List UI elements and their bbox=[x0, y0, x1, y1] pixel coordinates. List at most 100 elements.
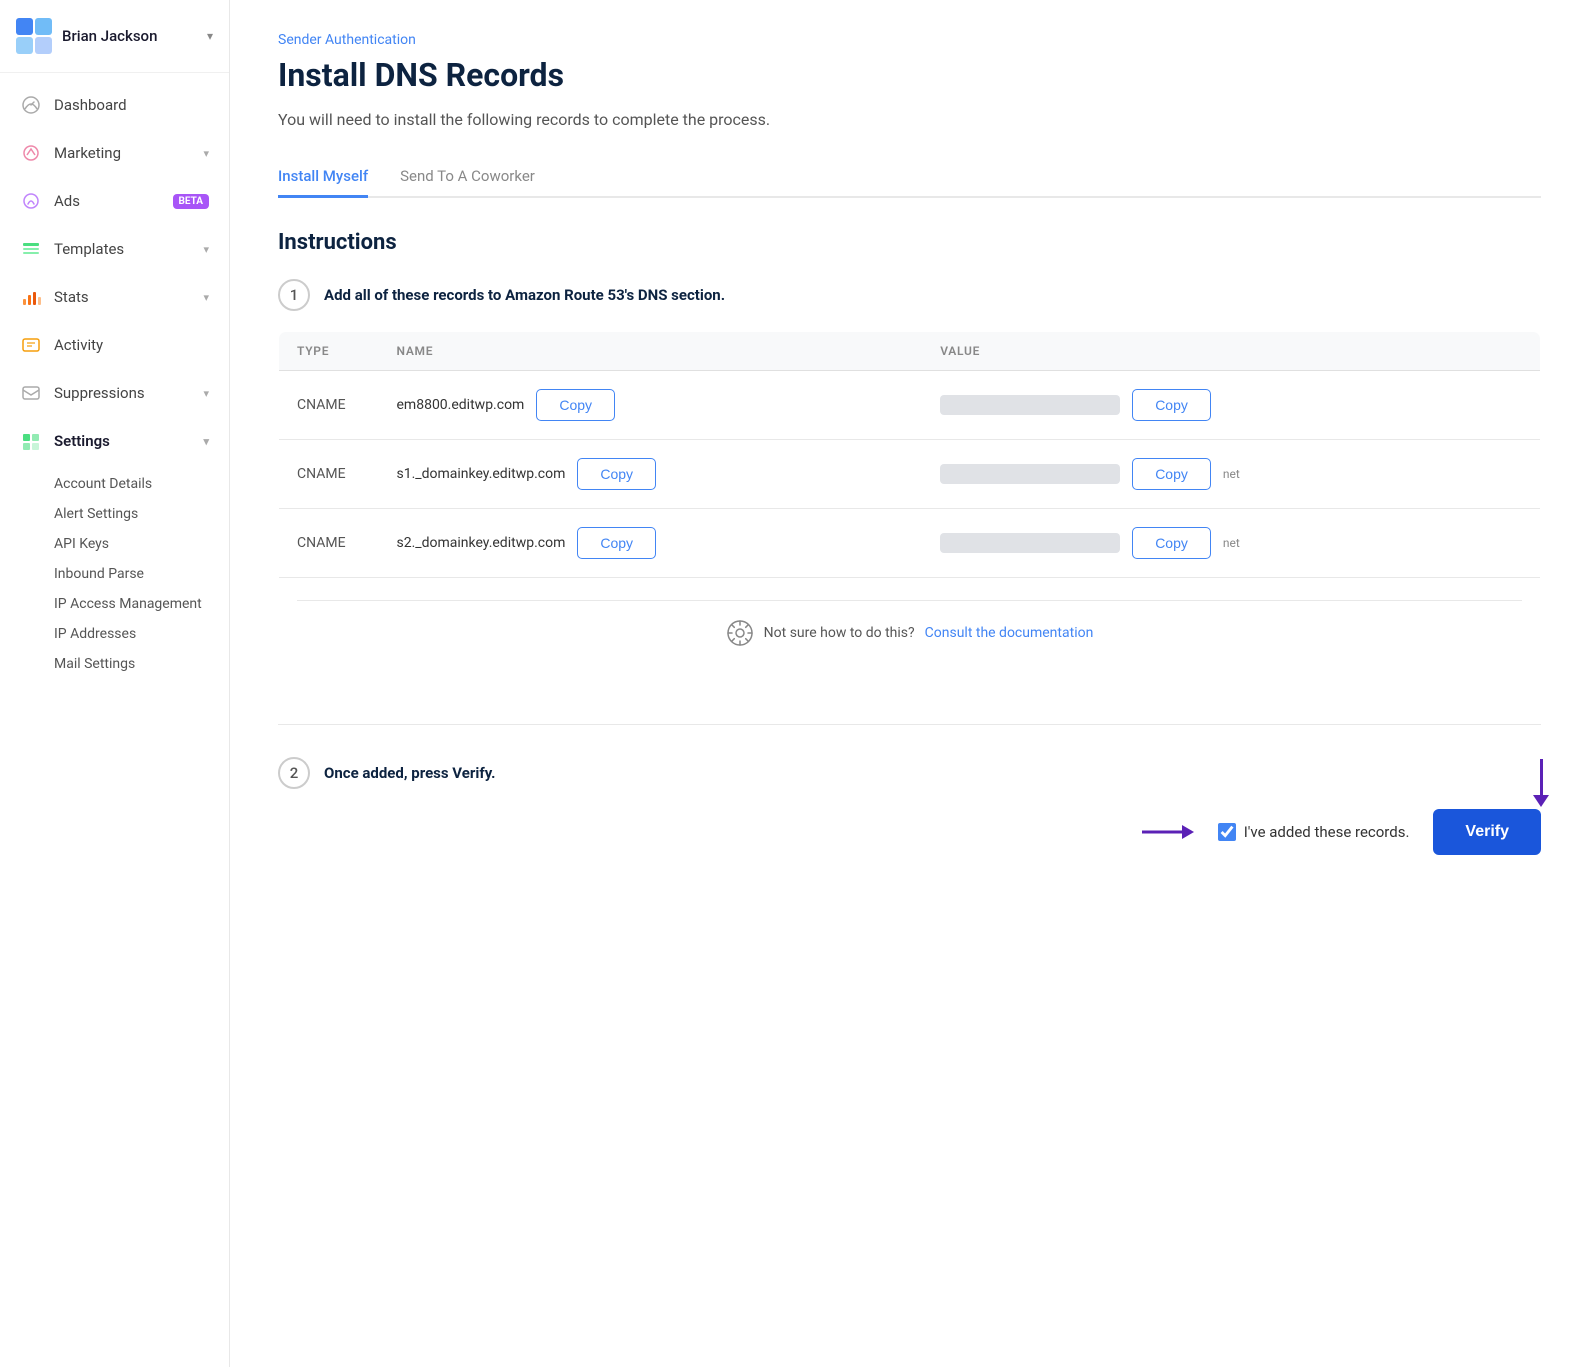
table-row: CNAME s1._domainkey.editwp.com Copy Copy… bbox=[279, 440, 1541, 509]
row1-name: em8800.editwp.com bbox=[397, 397, 525, 413]
stats-label: Stats bbox=[54, 288, 199, 306]
templates-label: Templates bbox=[54, 240, 199, 258]
down-arrow-indicator bbox=[1533, 759, 1549, 807]
copy-row2-name-button[interactable]: Copy bbox=[577, 458, 656, 490]
suppressions-icon bbox=[20, 382, 42, 404]
copy-row3-value-button[interactable]: Copy bbox=[1132, 527, 1211, 559]
col-value: VALUE bbox=[922, 332, 1540, 371]
col-name: NAME bbox=[379, 332, 923, 371]
sidebar-sub-alert-settings[interactable]: Alert Settings bbox=[54, 499, 229, 529]
step-1-description: Add all of these records to Amazon Route… bbox=[324, 286, 725, 304]
down-arrow-head bbox=[1533, 795, 1549, 807]
suppressions-label: Suppressions bbox=[54, 384, 199, 402]
dashboard-label: Dashboard bbox=[54, 96, 209, 114]
row3-value-cell: Copy net bbox=[922, 509, 1540, 578]
section-divider bbox=[278, 724, 1541, 725]
checkbox-arrow-indicator bbox=[1142, 820, 1194, 844]
copy-row1-name-button[interactable]: Copy bbox=[536, 389, 615, 421]
user-chevron-icon: ▾ bbox=[207, 29, 213, 43]
breadcrumb[interactable]: Sender Authentication bbox=[278, 32, 1541, 48]
tab-install-myself[interactable]: Install Myself bbox=[278, 157, 368, 198]
col-type: TYPE bbox=[279, 332, 379, 371]
row1-value-cell: Copy bbox=[922, 371, 1540, 440]
beta-badge: BETA bbox=[173, 194, 210, 209]
row2-name-cell: s1._domainkey.editwp.com Copy bbox=[379, 440, 923, 509]
row3-name-cell: s2._domainkey.editwp.com Copy bbox=[379, 509, 923, 578]
tab-send-to-coworker[interactable]: Send To A Coworker bbox=[400, 157, 535, 198]
templates-chevron-icon: ▾ bbox=[203, 243, 209, 256]
ads-icon bbox=[20, 190, 42, 212]
copy-row3-name-button[interactable]: Copy bbox=[577, 527, 656, 559]
username: Brian Jackson bbox=[62, 27, 207, 45]
sidebar-item-dashboard[interactable]: Dashboard bbox=[0, 81, 229, 129]
settings-chevron-icon: ▾ bbox=[203, 435, 209, 448]
ads-label: Ads bbox=[54, 192, 167, 210]
sidebar-item-ads[interactable]: Ads BETA bbox=[0, 177, 229, 225]
settings-icon bbox=[20, 430, 42, 452]
added-records-checkbox[interactable] bbox=[1218, 823, 1236, 841]
row3-name: s2._domainkey.editwp.com bbox=[397, 535, 566, 551]
row1-name-cell: em8800.editwp.com Copy bbox=[379, 371, 923, 440]
row2-value-blur bbox=[940, 464, 1120, 484]
marketing-icon bbox=[20, 142, 42, 164]
main-nav: Dashboard Marketing ▾ Ads BETA bbox=[0, 73, 229, 1367]
sidebar-item-templates[interactable]: Templates ▾ bbox=[0, 225, 229, 273]
row2-type: CNAME bbox=[279, 440, 379, 509]
copy-row2-value-button[interactable]: Copy bbox=[1132, 458, 1211, 490]
table-row: CNAME em8800.editwp.com Copy Copy bbox=[279, 371, 1541, 440]
sidebar-sub-api-keys[interactable]: API Keys bbox=[54, 529, 229, 559]
templates-icon bbox=[20, 238, 42, 260]
row3-value-blur bbox=[940, 533, 1120, 553]
sidebar-sub-mail-settings[interactable]: Mail Settings bbox=[54, 649, 229, 679]
help-hint: Not sure how to do this? Consult the doc… bbox=[297, 600, 1522, 665]
verify-btn-container: Verify bbox=[1433, 809, 1541, 855]
marketing-chevron-icon: ▾ bbox=[203, 147, 209, 160]
row1-type: CNAME bbox=[279, 371, 379, 440]
step-1: 1 Add all of these records to Amazon Rou… bbox=[278, 279, 1541, 684]
sidebar-sub-account-details[interactable]: Account Details bbox=[54, 469, 229, 499]
suppressions-chevron-icon: ▾ bbox=[203, 387, 209, 400]
page-title: Install DNS Records bbox=[278, 56, 1541, 94]
added-records-text: I've added these records. bbox=[1244, 823, 1410, 841]
step-2: 2 Once added, press Verify. I've added t… bbox=[278, 757, 1541, 855]
activity-label: Activity bbox=[54, 336, 209, 354]
table-row: CNAME s2._domainkey.editwp.com Copy Copy… bbox=[279, 509, 1541, 578]
activity-icon bbox=[20, 334, 42, 356]
sidebar-sub-inbound-parse[interactable]: Inbound Parse bbox=[54, 559, 229, 589]
consult-docs-link[interactable]: Consult the documentation bbox=[925, 625, 1094, 641]
sidebar-item-stats[interactable]: Stats ▾ bbox=[0, 273, 229, 321]
step-2-description: Once added, press Verify. bbox=[324, 764, 496, 782]
row2-name: s1._domainkey.editwp.com bbox=[397, 466, 566, 482]
stats-icon bbox=[20, 286, 42, 308]
app-logo bbox=[16, 18, 52, 54]
sidebar-item-activity[interactable]: Activity bbox=[0, 321, 229, 369]
sidebar: Brian Jackson ▾ Dashboard Market bbox=[0, 0, 230, 1367]
step2-actions: I've added these records. Verify bbox=[278, 809, 1541, 855]
copy-row1-value-button[interactable]: Copy bbox=[1132, 389, 1211, 421]
settings-sub-menu: Account Details Alert Settings API Keys … bbox=[0, 465, 229, 683]
dns-records-table: TYPE NAME VALUE CNAME em8800.editwp.com … bbox=[278, 331, 1541, 684]
sidebar-item-suppressions[interactable]: Suppressions ▾ bbox=[0, 369, 229, 417]
settings-label: Settings bbox=[54, 432, 199, 450]
sidebar-item-settings[interactable]: Settings ▾ bbox=[0, 417, 229, 465]
instructions-title: Instructions bbox=[278, 230, 1541, 255]
dashboard-icon bbox=[20, 94, 42, 116]
page-description: You will need to install the following r… bbox=[278, 110, 1541, 129]
step-2-number: 2 bbox=[278, 757, 310, 789]
sidebar-item-marketing[interactable]: Marketing ▾ bbox=[0, 129, 229, 177]
row1-value-blur bbox=[940, 395, 1120, 415]
sidebar-sub-ip-access-management[interactable]: IP Access Management bbox=[54, 589, 229, 619]
step-2-header: 2 Once added, press Verify. bbox=[278, 757, 1541, 789]
row2-value-cell: Copy net bbox=[922, 440, 1540, 509]
row3-value-hint: net bbox=[1223, 536, 1240, 550]
user-menu[interactable]: Brian Jackson ▾ bbox=[0, 0, 229, 73]
row2-value-hint: net bbox=[1223, 467, 1240, 481]
added-records-label[interactable]: I've added these records. bbox=[1218, 823, 1410, 841]
main-content: Sender Authentication Install DNS Record… bbox=[230, 0, 1589, 1367]
row3-type: CNAME bbox=[279, 509, 379, 578]
help-text: Not sure how to do this? bbox=[764, 625, 915, 641]
verify-button[interactable]: Verify bbox=[1433, 809, 1541, 855]
sidebar-sub-ip-addresses[interactable]: IP Addresses bbox=[54, 619, 229, 649]
right-arrow-icon bbox=[1142, 820, 1194, 844]
tabs: Install Myself Send To A Coworker bbox=[278, 157, 1541, 198]
